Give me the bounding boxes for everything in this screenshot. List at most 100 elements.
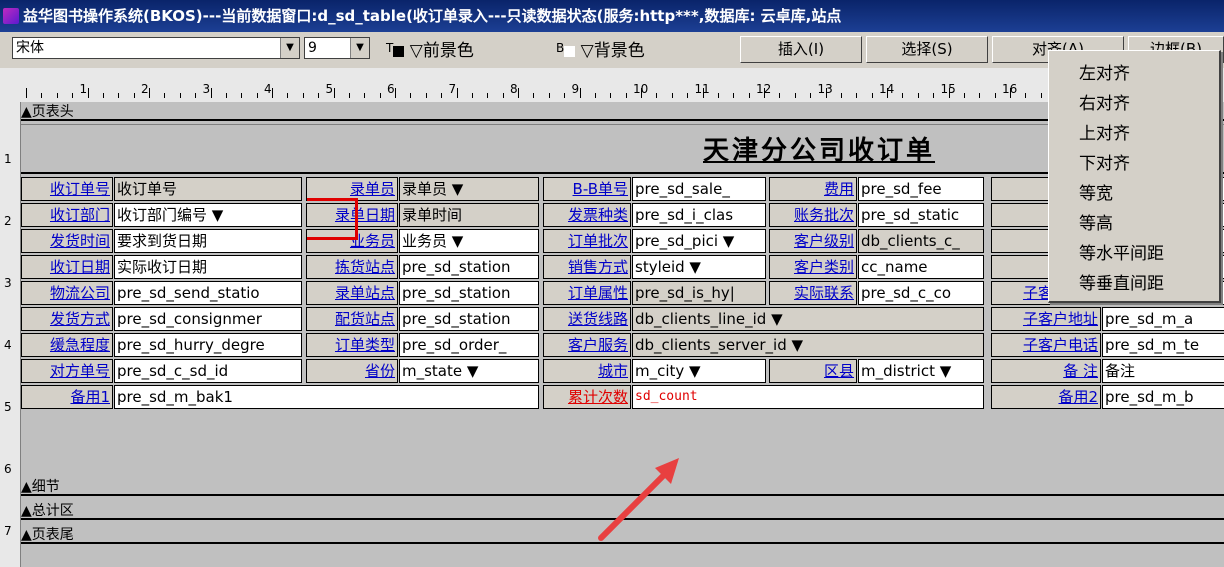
chevron-down-icon[interactable]: ▼ <box>280 38 299 58</box>
data-field[interactable]: 录单员 ▼ <box>399 177 539 201</box>
ruler-tick <box>41 93 43 98</box>
menu-item-2[interactable]: 上对齐 <box>1079 119 1130 144</box>
data-field[interactable]: pre_sd_i_clas <box>632 203 766 227</box>
menu-item-0[interactable]: 左对齐 <box>1079 59 1130 84</box>
field-label[interactable]: 拣货站点 <box>306 255 398 279</box>
data-field[interactable]: 收订单号 <box>114 177 302 201</box>
horizontal-ruler: 1 2 3 4 5 6 7 8 9 10 11 12 13 14 15 16 <box>0 68 1224 103</box>
field-label[interactable]: B-B单号 <box>543 177 631 201</box>
field-label[interactable]: 录单站点 <box>306 281 398 305</box>
field-label[interactable]: 缓急程度 <box>21 333 113 357</box>
data-field[interactable]: pre_sd_hurry_degre <box>114 333 302 357</box>
field-label[interactable]: 发票种类 <box>543 203 631 227</box>
data-field[interactable]: pre_sd_station <box>399 307 539 331</box>
data-field[interactable]: pre_sd_m_te <box>1102 333 1224 357</box>
menu-item-3[interactable]: 下对齐 <box>1079 149 1130 174</box>
sd-count-field[interactable]: sd_count <box>632 385 984 409</box>
data-field[interactable]: pre_sd_c_co <box>858 281 984 305</box>
field-label[interactable]: 客户级别 <box>769 229 857 253</box>
data-field[interactable]: pre_sd_m_a <box>1102 307 1224 331</box>
ruler-tick <box>579 88 581 98</box>
band-label: ▲细节 <box>21 479 60 495</box>
background-color-picker[interactable]: B ▽背景色 <box>556 36 645 63</box>
report-title[interactable]: 天津分公司收订单 <box>703 130 935 167</box>
data-field[interactable]: db_clients_line_id ▼ <box>632 307 984 331</box>
field-label[interactable]: 客户服务 <box>543 333 631 357</box>
field-label[interactable]: 客户类别 <box>769 255 857 279</box>
field-label[interactable]: 子客户电话 <box>991 333 1101 357</box>
data-field[interactable]: m_district ▼ <box>858 359 984 383</box>
menu-item-1[interactable]: 右对齐 <box>1079 89 1130 114</box>
data-field[interactable]: pre_sd_consignmer <box>114 307 302 331</box>
ruler-tick <box>994 93 996 98</box>
data-field[interactable]: 备注 <box>1102 359 1224 383</box>
data-field[interactable]: 实际收订日期 <box>114 255 302 279</box>
ruler-tick <box>348 93 350 98</box>
field-label[interactable]: 发货时间 <box>21 229 113 253</box>
field-label[interactable]: 省份 <box>306 359 398 383</box>
window-titlebar: 益华图书操作系统(BKOS)---当前数据窗口:d_sd_table(收订单录入… <box>0 0 1224 32</box>
field-label[interactable]: 费用 <box>769 177 857 201</box>
field-label[interactable]: 备用1 <box>21 385 113 409</box>
data-field[interactable]: 业务员 ▼ <box>399 229 539 253</box>
field-label[interactable]: 物流公司 <box>21 281 113 305</box>
band-label: ▲页表尾 <box>21 527 74 543</box>
data-field[interactable]: pre_sd_send_statio <box>114 281 302 305</box>
field-label[interactable]: 订单属性 <box>543 281 631 305</box>
field-label[interactable]: 账务批次 <box>769 203 857 227</box>
data-field[interactable]: pre_sd_order_ <box>399 333 539 357</box>
data-field[interactable]: pre_sd_m_bak1 <box>114 385 539 409</box>
ruler-tick <box>687 93 689 98</box>
field-label[interactable]: 备 注 <box>991 359 1101 383</box>
data-field[interactable]: 录单时间 <box>399 203 539 227</box>
ruler-number: 12 <box>756 82 772 96</box>
select-button[interactable]: 选择(S) <box>866 36 988 63</box>
data-field[interactable]: db_clients_c_ <box>858 229 984 253</box>
chevron-down-icon[interactable]: ▼ <box>350 38 369 58</box>
font-name-select[interactable]: 宋体 ▼ <box>12 37 300 59</box>
field-label[interactable]: 送货线路 <box>543 307 631 331</box>
data-field[interactable]: 要求到货日期 <box>114 229 302 253</box>
data-field[interactable]: pre_sd_sale_ <box>632 177 766 201</box>
field-label[interactable]: 区县 <box>769 359 857 383</box>
menu-item-7[interactable]: 等垂直间距 <box>1079 269 1164 294</box>
fg-color-swatch <box>393 46 405 57</box>
field-label[interactable]: 订单批次 <box>543 229 631 253</box>
data-field[interactable]: pre_sd_is_hy| <box>632 281 766 305</box>
insert-button[interactable]: 插入(I) <box>740 36 862 63</box>
data-field[interactable]: pre_sd_station <box>399 281 539 305</box>
data-field[interactable]: styleid ▼ <box>632 255 766 279</box>
field-label[interactable]: 城市 <box>543 359 631 383</box>
data-field[interactable]: pre_sd_pici ▼ <box>632 229 766 253</box>
ruler-tick <box>26 88 27 98</box>
data-field[interactable]: db_clients_server_id ▼ <box>632 333 984 357</box>
data-field[interactable]: pre_sd_static <box>858 203 984 227</box>
field-label[interactable]: 配货站点 <box>306 307 398 331</box>
field-label[interactable]: 对方单号 <box>21 359 113 383</box>
font-size-select[interactable]: 9 ▼ <box>304 37 370 59</box>
data-field[interactable]: 收订部门编号 ▼ <box>114 203 302 227</box>
field-label[interactable]: 销售方式 <box>543 255 631 279</box>
field-label[interactable]: 收订单号 <box>21 177 113 201</box>
menu-item-5[interactable]: 等高 <box>1079 209 1113 234</box>
data-field[interactable]: m_state ▼ <box>399 359 539 383</box>
field-label[interactable]: 备用2 <box>991 385 1101 409</box>
data-field[interactable]: m_city ▼ <box>632 359 766 383</box>
data-field[interactable]: cc_name <box>858 255 984 279</box>
field-label[interactable]: 收订部门 <box>21 203 113 227</box>
menu-item-4[interactable]: 等宽 <box>1079 179 1113 204</box>
ruler-number: 6 <box>387 82 395 96</box>
field-label[interactable]: 订单类型 <box>306 333 398 357</box>
data-field[interactable]: pre_sd_m_b <box>1102 385 1224 409</box>
data-field[interactable]: pre_sd_c_sd_id <box>114 359 302 383</box>
foreground-color-picker[interactable]: T ▽前景色 <box>386 36 474 63</box>
page-header-band[interactable]: ▲页表头 <box>21 105 1224 121</box>
data-field[interactable]: pre_sd_fee <box>858 177 984 201</box>
menu-item-6[interactable]: 等水平间距 <box>1079 239 1164 264</box>
field-label[interactable]: 收订日期 <box>21 255 113 279</box>
data-field[interactable]: pre_sd_station <box>399 255 539 279</box>
field-label[interactable]: 实际联系 <box>769 281 857 305</box>
field-label[interactable]: 累计次数 <box>543 385 631 409</box>
field-label[interactable]: 发货方式 <box>21 307 113 331</box>
field-label[interactable]: 子客户地址 <box>991 307 1101 331</box>
